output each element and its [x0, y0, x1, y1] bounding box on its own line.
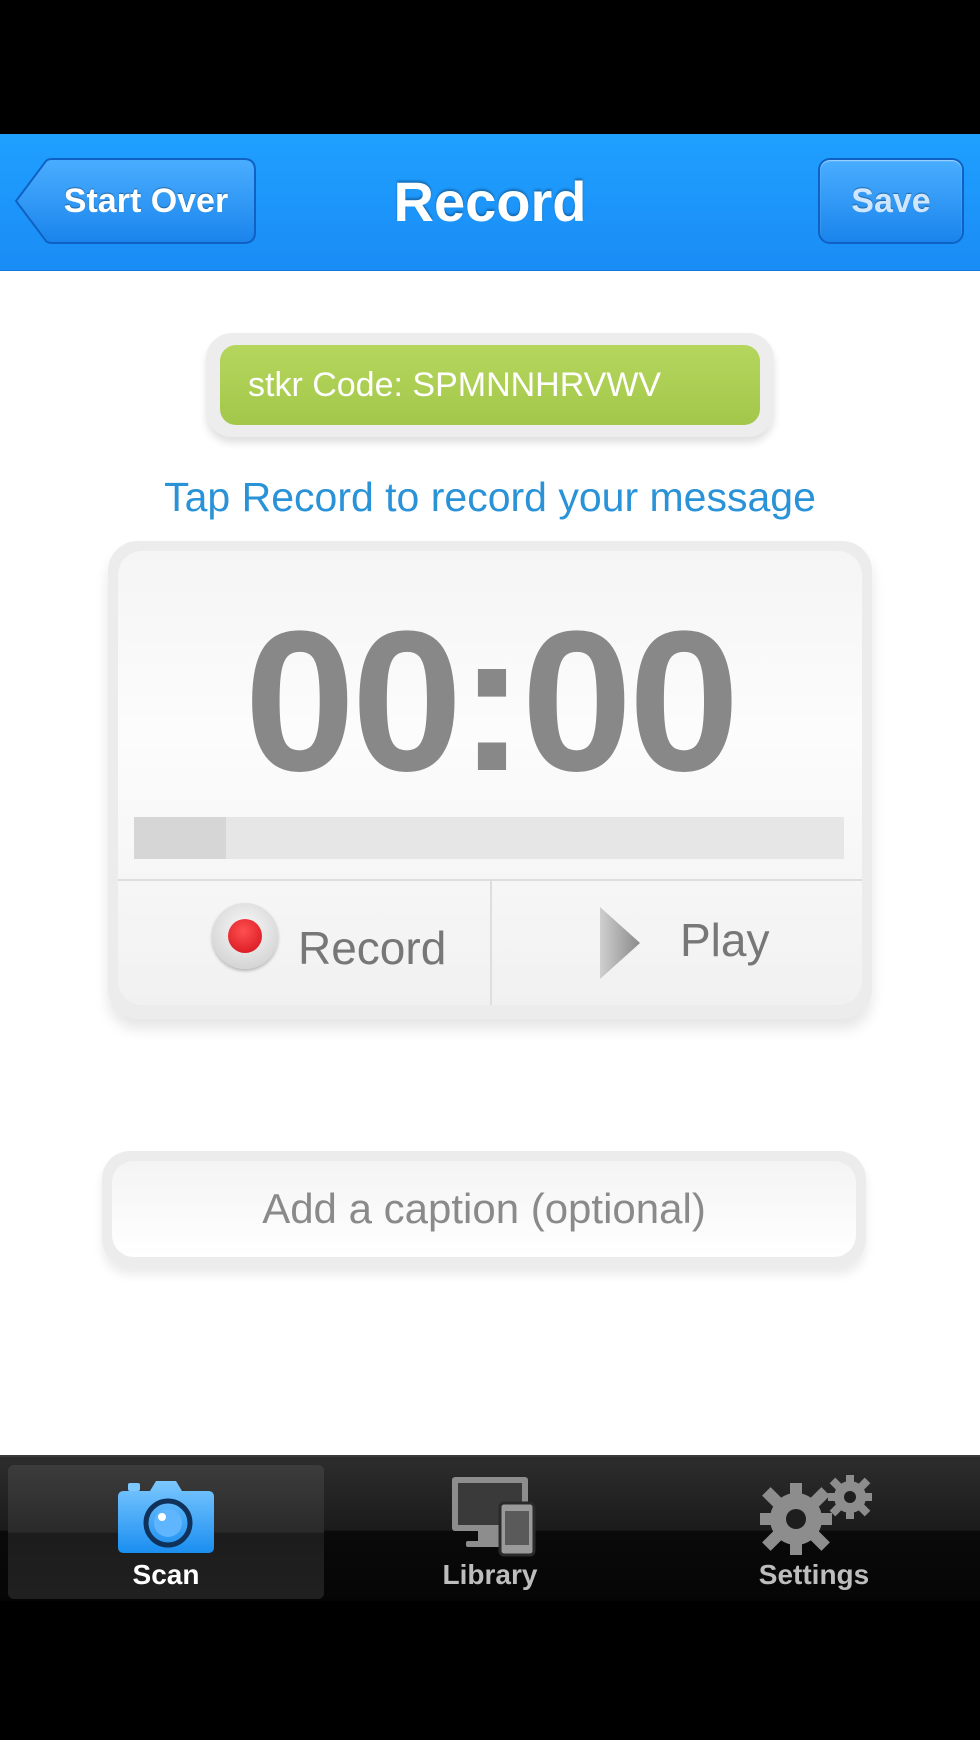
play-button[interactable]: Play [492, 881, 862, 1005]
gears-icon [656, 1473, 972, 1557]
tab-library[interactable]: Library [332, 1465, 648, 1599]
record-label: Record [298, 922, 447, 974]
timer-display: 00:00 [244, 590, 740, 813]
screen: Start Over Record Save stkr Code: SPMNNH… [0, 0, 980, 1740]
stkr-code-label: stkr Code: SPMNNHRVWV [220, 345, 760, 425]
caption-field-wrapper [102, 1151, 866, 1267]
start-over-label: Start Over [63, 182, 229, 220]
content-area: stkr Code: SPMNNHRVWV Tap Record to reco… [0, 271, 980, 1455]
tab-scan[interactable]: Scan [8, 1465, 324, 1599]
tab-scan-label: Scan [132, 1559, 200, 1590]
tab-library-label: Library [442, 1559, 538, 1590]
status-bar [0, 0, 980, 134]
tab-bar: Scan Library Settings [0, 1455, 980, 1603]
record-button[interactable]: Record [118, 881, 490, 1005]
play-label: Play [680, 914, 770, 966]
camera-icon [8, 1473, 324, 1557]
recorder-panel: 00:00 Record Play [108, 541, 872, 1019]
devices-icon [332, 1473, 648, 1557]
instruction-text: Tap Record to record your message [164, 474, 816, 520]
stkr-code-badge: stkr Code: SPMNNHRVWV [206, 333, 774, 437]
recording-progress-fill [134, 817, 227, 859]
save-button[interactable]: Save [818, 158, 964, 244]
recorder-inner: 00:00 Record Play [118, 551, 862, 1005]
recording-progress-bar [134, 817, 844, 859]
record-dot-icon [212, 903, 278, 969]
play-icon [600, 907, 640, 979]
bottom-bezel [0, 1601, 980, 1740]
navigation-bar: Start Over Record Save [0, 134, 980, 271]
tab-settings-label: Settings [758, 1559, 870, 1590]
caption-input[interactable] [112, 1161, 856, 1257]
tab-settings[interactable]: Settings [656, 1465, 972, 1599]
start-over-button[interactable]: Start Over [14, 158, 256, 244]
page-title: Record [393, 170, 587, 233]
